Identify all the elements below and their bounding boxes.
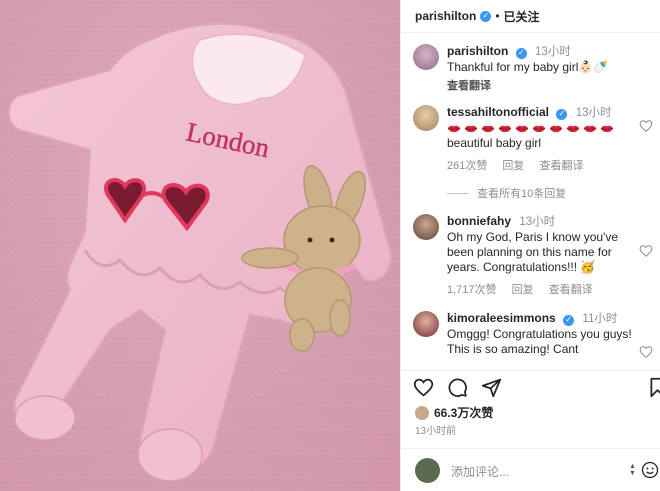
heart-icon[interactable] [639,244,653,258]
comment-meta: 1,717次赞 回复 查看翻译 [447,281,633,297]
comment-text: beautiful baby girl [447,136,542,150]
post-time: 13小时前 [415,426,457,437]
lips-emoji-icon [447,126,461,133]
lips-emoji-icon [532,126,546,133]
header-username[interactable]: parishilton [415,9,476,23]
comment-avatar[interactable] [413,105,439,131]
likes-summary[interactable]: 66.3万次赞 [415,404,493,421]
verified-badge-icon: ✓ [515,47,527,59]
comment-time: 11小时 [582,313,618,325]
view-replies[interactable]: 查看所有10条回复 [401,185,660,201]
comment-text: Oh my God, Paris I know you've been plan… [447,230,619,274]
action-bar [401,374,660,400]
verified-badge-icon: ✓ [563,314,575,326]
view-replies-label: 查看所有10条回复 [477,188,567,200]
actions-divider [401,370,660,371]
comment-username[interactable]: bonniefahy [447,214,511,228]
comment-text: Omggg! Congratulations you guys! This is… [447,327,632,356]
comment-item: bonniefahy 13小时 Oh my God, Paris I know … [401,214,660,297]
comment-input[interactable]: 添加评论... [451,463,509,480]
comment-likes[interactable]: 1,717次赞 [447,284,497,296]
lips-emoji-icon [481,126,495,133]
header-divider [401,32,660,33]
lips-emoji-icon [464,126,478,133]
comments-scroll[interactable]: parishilton ✓ 13小时 Thankful for my baby … [401,38,660,370]
comment-time: 13小时 [575,107,612,119]
caption: parishilton ✓ 13小时 Thankful for my baby … [401,44,660,93]
verified-badge-icon: ✓ [556,108,568,120]
comment-item: tessahiltonofficial ✓ 13小时 beautiful bab… [401,105,660,173]
lips-emoji-icon [566,126,580,133]
caption-username[interactable]: parishilton [447,44,508,58]
user-avatar [415,458,440,483]
comment-item: kimoraleesimmons ✓ 11小时 Omggg! Congratul… [401,311,660,359]
comment-likes[interactable]: 261次赞 [447,160,487,172]
comment-username[interactable]: kimoraleesimmons [447,311,556,325]
comment-time: 13小时 [519,216,556,228]
heart-icon[interactable] [413,377,434,398]
likes-count: 66.3万次赞 [434,406,494,420]
post-panel: parishilton ✓ • 已关注 parishilton ✓ 13小时 T… [400,0,660,491]
heart-icon[interactable] [639,119,653,133]
comment-avatar[interactable] [413,214,439,240]
comment-username[interactable]: tessahiltonofficial [447,105,549,119]
lips-emoji-icon [583,126,597,133]
comment-icon[interactable] [447,377,468,398]
caption-time: 13小时 [535,46,571,58]
caption-avatar[interactable] [413,44,439,70]
heart-icon[interactable] [639,345,653,359]
comment-avatar[interactable] [413,311,439,337]
post-header: parishilton ✓ • 已关注 [401,0,660,32]
lips-emoji-icon [600,126,614,133]
post-photo[interactable]: London [0,0,400,491]
add-comment-bar: 添加评论... ▲ ▼ [401,448,660,491]
scroll-arrows-icon[interactable]: ▲ ▼ [629,463,636,477]
lips-emoji-icon [549,126,563,133]
caption-text: Thankful for my baby girl👶🏻🍼 [447,60,609,74]
reply-button[interactable]: 回复 [512,284,534,296]
reply-button[interactable]: 回复 [502,160,524,172]
lips-emoji-icon [515,126,529,133]
translate-link[interactable]: 查看翻译 [539,160,583,172]
comment-meta: 261次赞 回复 查看翻译 [447,157,633,173]
follow-button[interactable]: 已关注 [504,8,540,25]
verified-badge-icon: ✓ [480,10,492,22]
lips-emoji-icon [498,126,512,133]
photo-illustration: London [0,0,400,491]
share-icon[interactable] [481,377,502,398]
emoji-icon[interactable] [641,461,659,479]
translate-link[interactable]: 查看翻译 [549,284,593,296]
header-separator: • [495,9,500,23]
replies-line [447,192,469,194]
bookmark-icon[interactable] [647,377,660,398]
comment-emoji-row [447,121,633,136]
liker-avatar [415,405,429,420]
caption-translate-link[interactable]: 查看翻译 [447,77,633,93]
